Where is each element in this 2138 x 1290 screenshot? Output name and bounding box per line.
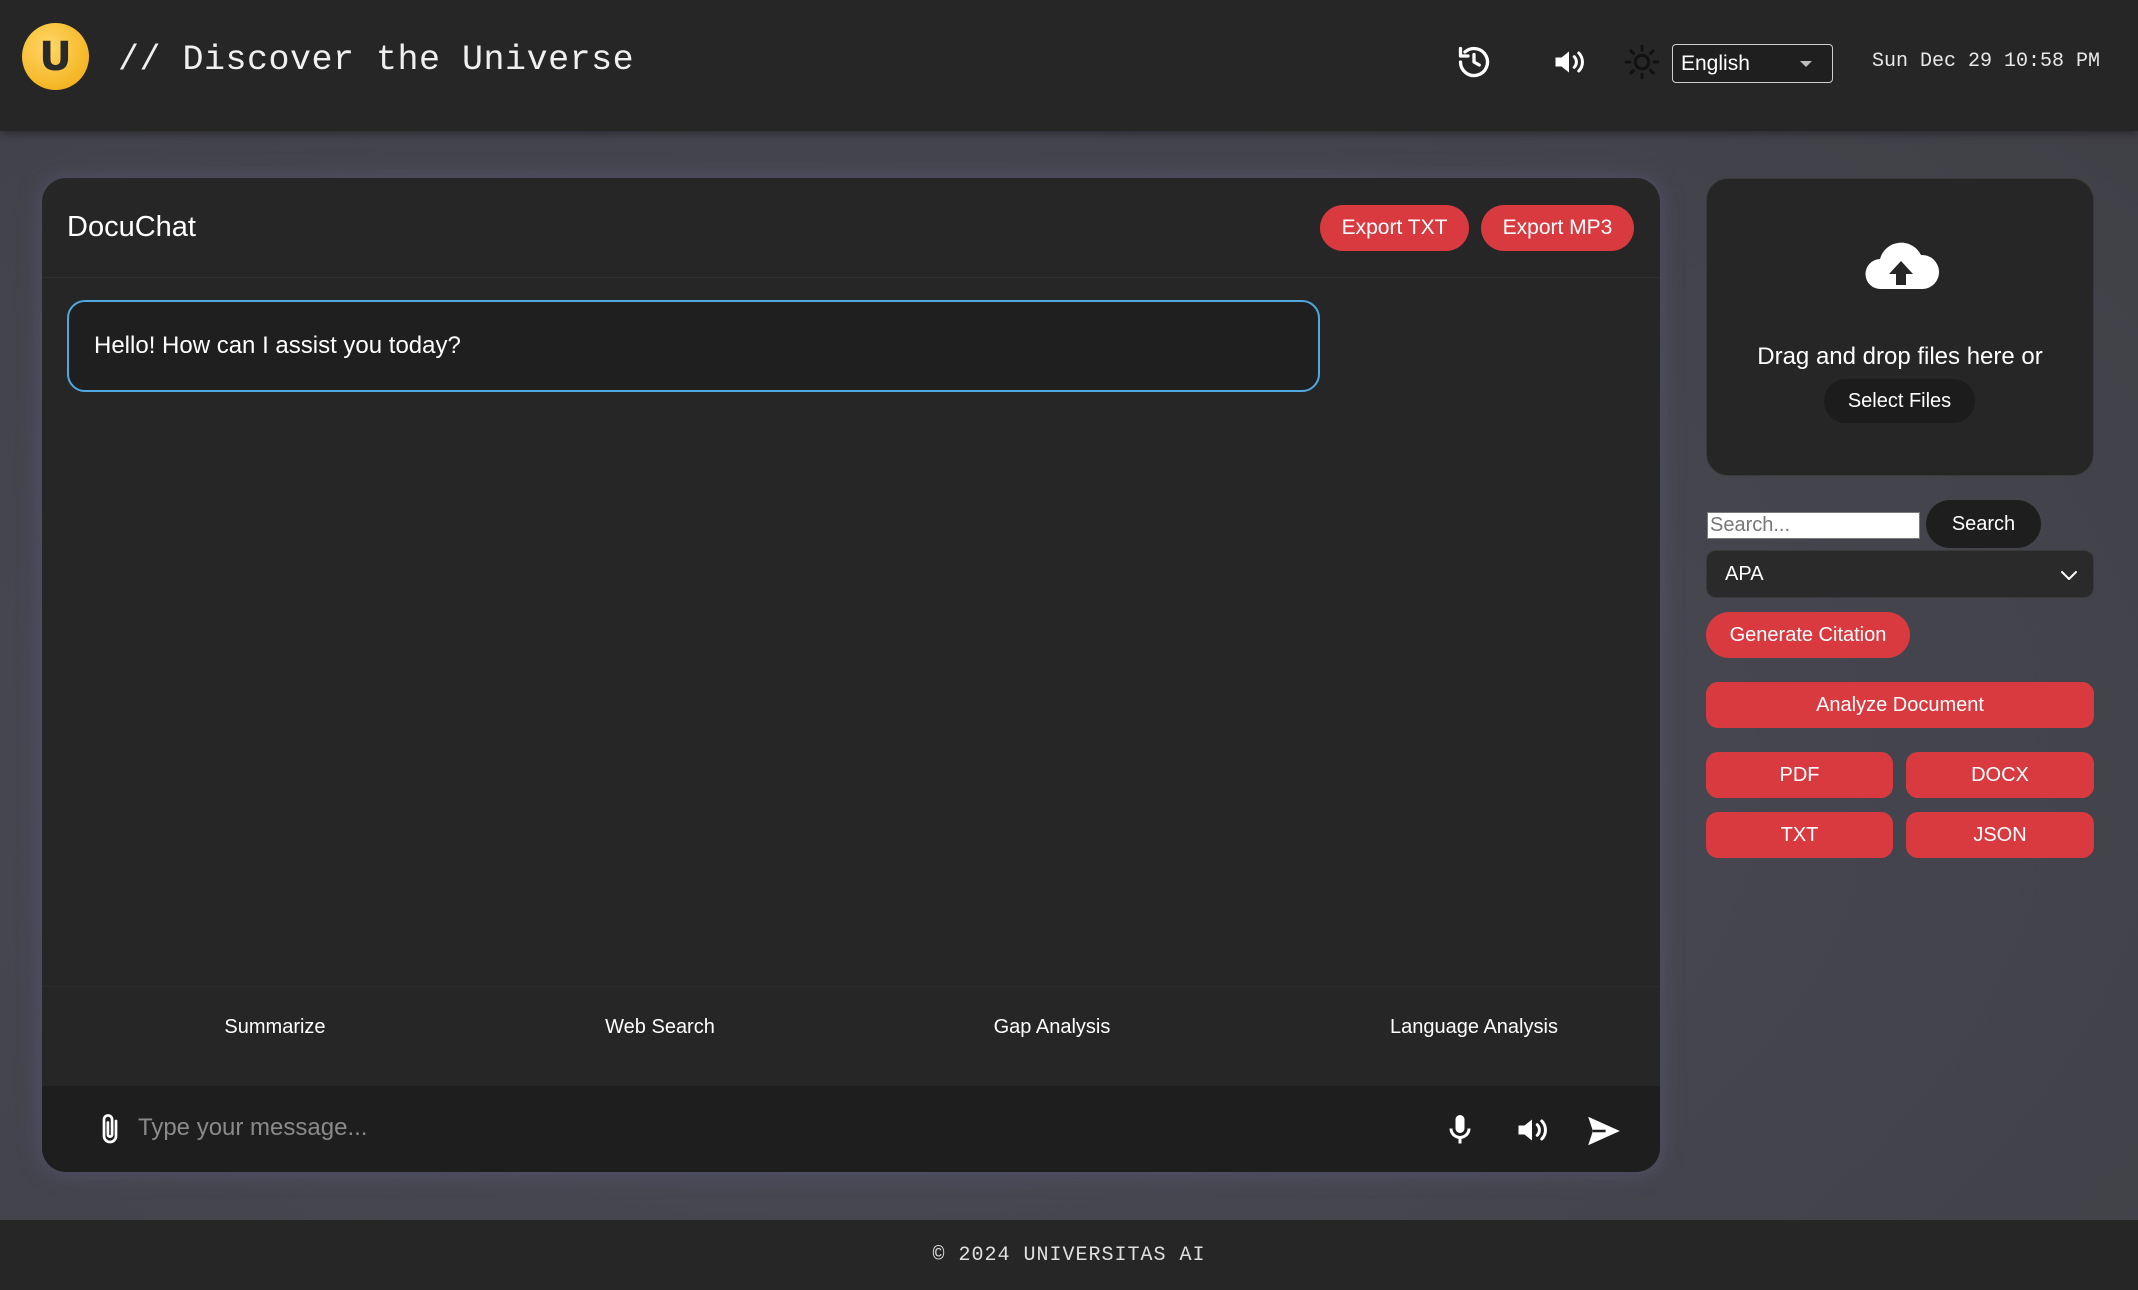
speaker-icon[interactable] — [1514, 1112, 1550, 1148]
chat-title: DocuChat — [67, 211, 196, 243]
format-docx-button[interactable]: DOCX — [1906, 752, 2094, 798]
select-files-button[interactable]: Select Files — [1824, 379, 1975, 423]
gap-analysis-button[interactable]: Gap Analysis — [942, 987, 1162, 1067]
citation-style-selected: APA — [1725, 562, 1764, 585]
top-header: U // Discover the Universe English Sun D… — [0, 0, 2138, 131]
format-json-button[interactable]: JSON — [1906, 812, 2094, 858]
format-txt-button[interactable]: TXT — [1706, 812, 1893, 858]
summarize-button[interactable]: Summarize — [175, 987, 375, 1067]
search-input[interactable]: Search... — [1707, 512, 1920, 539]
quick-actions-row: Summarize Web Search Gap Analysis Langua… — [42, 986, 1660, 1066]
web-search-button[interactable]: Web Search — [560, 987, 760, 1067]
format-pdf-button[interactable]: PDF — [1706, 752, 1893, 798]
dropzone-text: Drag and drop files here or — [1757, 343, 2043, 370]
language-select[interactable]: English — [1672, 44, 1833, 83]
message-input-bar: Type your message... — [42, 1086, 1660, 1172]
language-analysis-button[interactable]: Language Analysis — [1344, 987, 1604, 1067]
chevron-down-icon — [2061, 571, 2077, 580]
analyze-document-button[interactable]: Analyze Document — [1706, 682, 2094, 728]
datetime-display: Sun Dec 29 10:58 PM — [1872, 50, 2101, 73]
message-text: Hello! How can I assist you today? — [94, 332, 461, 359]
chevron-down-icon — [1800, 61, 1812, 67]
assistant-message: Hello! How can I assist you today? — [67, 300, 1320, 392]
attach-icon[interactable] — [92, 1112, 128, 1148]
message-input[interactable]: Type your message... — [138, 1114, 367, 1142]
export-txt-button[interactable]: Export TXT — [1320, 205, 1469, 251]
microphone-icon[interactable] — [1442, 1112, 1478, 1148]
footer-copyright: © 2024 UNIVERSITAS AI — [932, 1243, 1206, 1267]
history-icon[interactable] — [1456, 44, 1492, 80]
footer: © 2024 UNIVERSITAS AI — [0, 1220, 2138, 1290]
chat-panel: DocuChat Export TXT Export MP3 Hello! Ho… — [42, 178, 1660, 1172]
cloud-upload-icon — [1863, 237, 1940, 297]
export-mp3-button[interactable]: Export MP3 — [1481, 205, 1634, 251]
chat-header: DocuChat Export TXT Export MP3 — [42, 178, 1660, 278]
language-selected: English — [1681, 51, 1750, 75]
send-icon[interactable] — [1585, 1112, 1621, 1148]
search-button[interactable]: Search — [1926, 500, 2041, 548]
theme-sun-icon[interactable] — [1624, 44, 1660, 80]
universitas-logo[interactable]: U — [22, 23, 89, 90]
volume-icon[interactable] — [1551, 44, 1587, 80]
citation-style-select[interactable]: APA — [1706, 550, 2094, 598]
logo-letter: U — [39, 33, 72, 80]
generate-citation-button[interactable]: Generate Citation — [1706, 612, 1910, 658]
site-title: // Discover the Universe — [118, 40, 635, 80]
file-dropzone[interactable]: Drag and drop files here or Select Files — [1706, 178, 2094, 476]
